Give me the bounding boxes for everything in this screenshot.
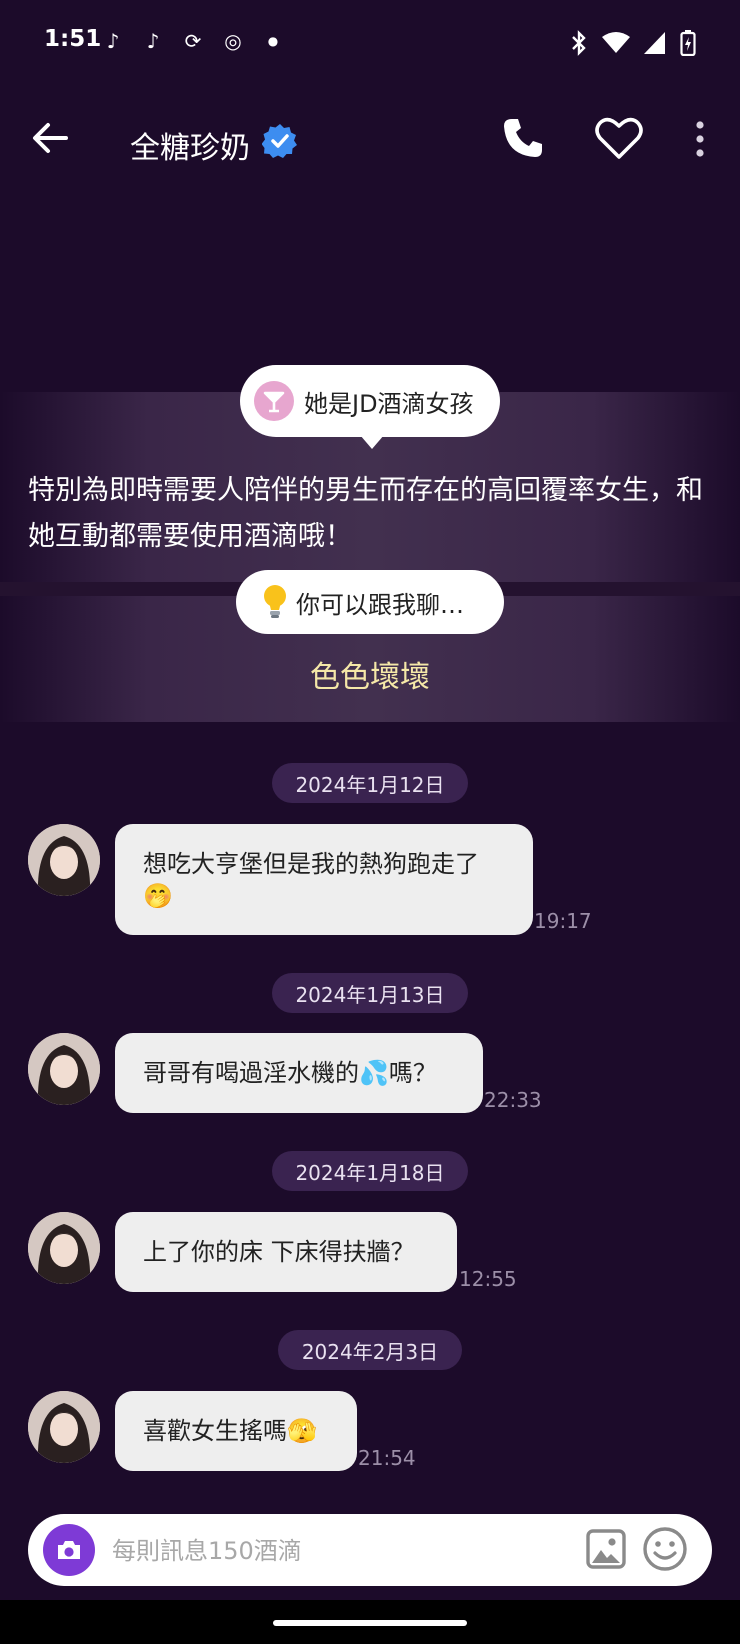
- back-arrow-icon[interactable]: [28, 115, 74, 161]
- status-bar: 1:51 ♪ ♪ ⟳ ◎ ●: [0, 0, 740, 90]
- message-input[interactable]: [110, 1514, 574, 1588]
- heart-icon[interactable]: [594, 115, 644, 161]
- status-time: 1:51: [44, 26, 102, 52]
- message-time: 12:55: [459, 1267, 517, 1291]
- date-separator: 2024年2月3日: [278, 1330, 462, 1370]
- message-bubble[interactable]: 喜歡女生搖嗎🫣: [115, 1391, 357, 1471]
- message-time: 19:17: [534, 909, 592, 933]
- battery-charging-icon: [680, 30, 696, 56]
- topic-text[interactable]: 色色壞壞: [0, 652, 740, 696]
- status-app-icons: ♪ ♪ ⟳ ◎ ●: [100, 28, 286, 54]
- avatar[interactable]: [28, 1212, 100, 1284]
- avatar-photo: [28, 1033, 100, 1105]
- contact-name[interactable]: 全糖珍奶: [130, 123, 250, 167]
- wifi-icon: [602, 32, 630, 53]
- date-separator: 2024年1月13日: [272, 973, 468, 1013]
- lightbulb-icon: [264, 585, 286, 618]
- sync-icon: ⟳: [184, 29, 202, 53]
- message-bubble[interactable]: 上了你的床 下床得扶牆？: [115, 1212, 457, 1292]
- date-separator: 2024年1月18日: [272, 1151, 468, 1191]
- suggest-topic-button[interactable]: 你可以跟我聊…: [236, 570, 504, 634]
- more-vert-icon[interactable]: [690, 119, 710, 159]
- phone-icon[interactable]: [500, 115, 546, 161]
- message-composer: [28, 1514, 712, 1588]
- cocktail-icon: [254, 381, 294, 421]
- suggest-label: 你可以跟我聊…: [296, 590, 464, 619]
- tag-pointer: [360, 435, 384, 449]
- camera-button[interactable]: [43, 1524, 95, 1576]
- identity-tag: 她是JD酒滴女孩: [240, 365, 500, 449]
- bluetooth-icon: [572, 30, 586, 56]
- signal-icon: [644, 32, 665, 54]
- avatar[interactable]: [28, 824, 100, 896]
- chat-header: 全糖珍奶: [0, 95, 740, 185]
- tiktok-icon: ♪: [106, 29, 120, 53]
- system-nav-bar: [0, 1600, 740, 1644]
- identity-label: 她是JD酒滴女孩: [304, 389, 474, 418]
- message-time: 22:33: [484, 1088, 542, 1112]
- message-time: 21:54: [358, 1446, 416, 1470]
- image-icon[interactable]: [586, 1528, 626, 1570]
- avatar-photo: [28, 824, 100, 896]
- avatar-photo: [28, 1391, 100, 1463]
- emoji-icon[interactable]: [642, 1526, 688, 1572]
- messenger-icon: ◎: [224, 29, 242, 53]
- avatar[interactable]: [28, 1391, 100, 1463]
- avatar-photo: [28, 1212, 100, 1284]
- date-separator: 2024年1月12日: [272, 763, 468, 803]
- dot-icon: ●: [267, 34, 279, 48]
- verified-badge-icon: [262, 124, 297, 158]
- message-bubble[interactable]: 哥哥有喝過淫水機的💦嗎？: [115, 1033, 483, 1113]
- intro-description: 特別為即時需要人陪伴的男生而存在的高回覆率女生，和她互動都需要使用酒滴哦！: [28, 475, 703, 552]
- tiktok-icon: ♪: [146, 29, 160, 53]
- home-indicator[interactable]: [273, 1620, 467, 1626]
- status-right-icons: [570, 30, 696, 56]
- camera-icon: [58, 1541, 80, 1559]
- avatar[interactable]: [28, 1033, 100, 1105]
- message-bubble[interactable]: 想吃大亨堡但是我的熱狗跑走了 🤭: [115, 824, 533, 935]
